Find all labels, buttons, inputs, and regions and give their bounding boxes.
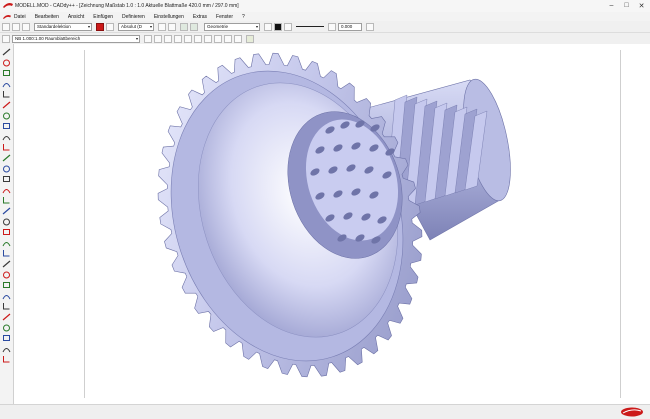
dimension-icon[interactable]: [2, 207, 11, 215]
snap-grid-icon[interactable]: [190, 22, 198, 31]
rotate-icon[interactable]: [2, 165, 11, 173]
menu-help[interactable]: ?: [242, 14, 245, 20]
maximize-button[interactable]: □: [622, 2, 631, 9]
text-icon[interactable]: [2, 196, 11, 204]
curve-icon[interactable]: [2, 355, 11, 363]
brand-logo-icon: [621, 407, 643, 417]
rectangle-icon[interactable]: [2, 90, 11, 98]
chevron-down-icon: ▾: [149, 23, 152, 29]
zoom-in-icon[interactable]: [184, 34, 192, 43]
menu-definieren[interactable]: Definieren: [122, 14, 145, 20]
gear-model-3d: [157, 52, 511, 378]
line-icon[interactable]: [2, 69, 11, 77]
redo-icon[interactable]: [168, 22, 176, 31]
line-preview-icon: [296, 26, 324, 27]
measure-icon[interactable]: [2, 271, 11, 279]
block-icon[interactable]: [2, 292, 11, 300]
save-icon[interactable]: [22, 22, 30, 31]
trim-icon[interactable]: [2, 101, 11, 109]
zoom-out-icon[interactable]: [194, 34, 202, 43]
color-swatch-icon[interactable]: [96, 22, 104, 31]
snap-icon[interactable]: [2, 302, 11, 310]
offset-icon[interactable]: [2, 186, 11, 194]
layer-select-value: Standardelektion: [37, 23, 71, 29]
line-width-icon[interactable]: [328, 22, 336, 31]
minimize-button[interactable]: –: [607, 2, 616, 9]
pen-icon[interactable]: [106, 22, 114, 31]
app-logo-icon: [3, 3, 13, 8]
hatch-icon[interactable]: [2, 218, 11, 226]
zoom-previous-icon[interactable]: [234, 34, 242, 43]
undo-icon[interactable]: [158, 22, 166, 31]
pan-icon[interactable]: [224, 34, 232, 43]
ellipse-icon[interactable]: [2, 133, 11, 141]
line-color-icon[interactable]: [264, 22, 272, 31]
line-width-input[interactable]: 0.000: [338, 22, 362, 31]
redraw-icon[interactable]: [174, 34, 182, 43]
window-controls: – □ ✕: [607, 2, 646, 10]
menu-bar: Datei Bearbeiten Ansicht Einfügen Defini…: [0, 12, 650, 21]
zoom-icon[interactable]: [2, 324, 11, 332]
redraw-icon[interactable]: [2, 345, 11, 353]
zoom-all-icon[interactable]: [214, 34, 222, 43]
arc-icon[interactable]: [2, 122, 11, 130]
window-title: MODELL.MOD - CADdy++ - [Zeichnung Maßsta…: [15, 3, 239, 9]
fillet-icon[interactable]: [2, 228, 11, 236]
pen-mode-value: Absolut (D: [121, 23, 143, 29]
view-scale-select[interactable]: NB 1.000:1.00 Raumblattbereich ▾: [12, 34, 140, 43]
menu-bearbeiten[interactable]: Bearbeiten: [35, 14, 59, 20]
line-style-icon[interactable]: [284, 22, 292, 31]
layer-manager-icon[interactable]: [246, 34, 254, 43]
layer-select[interactable]: Standardelektion ▾: [34, 22, 92, 31]
pencil-icon[interactable]: [2, 59, 11, 67]
grid-icon[interactable]: [2, 313, 11, 321]
info-icon[interactable]: [2, 260, 11, 268]
chamfer-icon[interactable]: [2, 239, 11, 247]
view-scale-value: NB 1.000:1.00 Raumblattbereich: [15, 35, 81, 41]
pan-icon[interactable]: [2, 334, 11, 342]
select-arrow-icon[interactable]: [2, 48, 11, 56]
close-button[interactable]: ✕: [637, 2, 646, 10]
black-swatch-icon[interactable]: [274, 22, 282, 31]
open-file-icon[interactable]: [12, 22, 20, 31]
linetype-value: Geometrie: [207, 23, 229, 29]
snap-point-icon[interactable]: [144, 34, 152, 43]
zoom-window-icon[interactable]: [204, 34, 212, 43]
snap-mid-icon[interactable]: [154, 34, 162, 43]
line-width-value: 0.000: [341, 23, 353, 29]
copy-icon[interactable]: [2, 154, 11, 162]
menu-einstellungen[interactable]: Einstellungen: [154, 14, 184, 20]
mirror-icon[interactable]: [2, 175, 11, 183]
status-bar: [0, 404, 650, 419]
menu-datei[interactable]: Datei: [14, 14, 26, 20]
menu-fenster[interactable]: Fenster: [216, 14, 233, 20]
settings-icon[interactable]: [366, 22, 374, 31]
pen-mode-select[interactable]: Absolut (D ▾: [118, 22, 154, 31]
menu-ansicht[interactable]: Ansicht: [68, 14, 84, 20]
circle-icon[interactable]: [2, 112, 11, 120]
new-file-icon[interactable]: [2, 22, 10, 31]
chevron-down-icon: ▾: [87, 23, 90, 29]
app-menu-icon[interactable]: [3, 14, 11, 20]
tool-palette: [0, 44, 14, 404]
menu-einfuegen[interactable]: Einfügen: [93, 14, 113, 20]
drawing-area[interactable]: [14, 44, 650, 404]
chevron-down-icon: ▾: [135, 35, 138, 41]
menu-extras[interactable]: Extras: [193, 14, 207, 20]
main-toolbar: Standardelektion ▾ Absolut (D ▾ Geometrie ▾…: [0, 21, 650, 33]
snap-end-icon[interactable]: [164, 34, 172, 43]
group-icon[interactable]: [2, 281, 11, 289]
select-icon[interactable]: [2, 34, 10, 43]
chevron-down-icon: ▾: [255, 23, 258, 29]
polyline-icon[interactable]: [2, 80, 11, 88]
layer-icon[interactable]: [2, 249, 11, 257]
move-icon[interactable]: [2, 143, 11, 151]
grid-icon[interactable]: [180, 22, 188, 31]
linetype-select[interactable]: Geometrie ▾: [204, 22, 260, 31]
